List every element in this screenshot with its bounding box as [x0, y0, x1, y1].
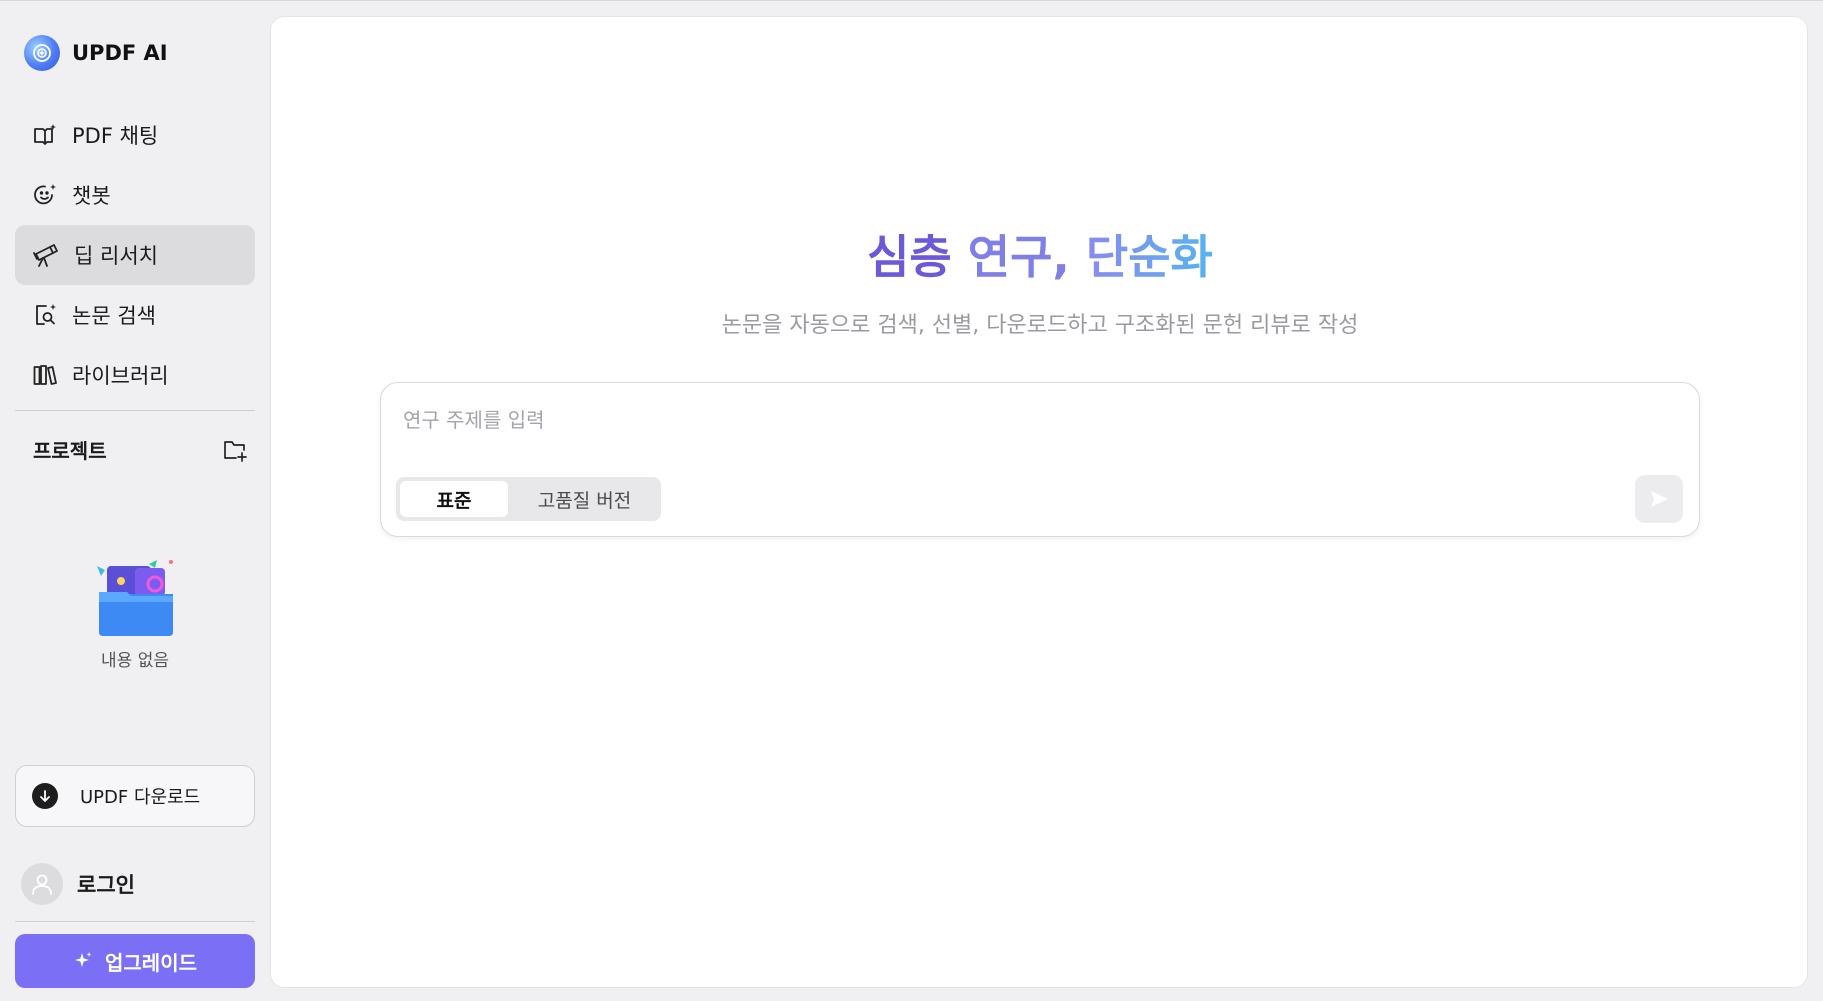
- sidebar-item-pdf-chat[interactable]: PDF 채팅: [15, 105, 255, 165]
- hero-title-part2: 연구,: [967, 230, 1086, 284]
- hero-subtitle: 논문을 자동으로 검색, 선별, 다운로드하고 구조화된 문헌 리뷰로 작성: [721, 313, 1359, 338]
- user-icon: [32, 874, 52, 895]
- research-topic-input[interactable]: [403, 403, 1673, 437]
- sidebar-item-label: 챗봇: [72, 184, 111, 208]
- projects-title: 프로젝트: [33, 439, 107, 463]
- sidebar-item-deep-research[interactable]: 딥 리서치: [15, 225, 255, 285]
- hero-title: 심층 연구, 단순화: [271, 221, 1809, 287]
- document-search-icon: [36, 304, 56, 325]
- smile-sparkle-icon: [34, 184, 56, 205]
- download-icon: [32, 783, 58, 809]
- upgrade-button[interactable]: 업그레이드: [15, 934, 255, 988]
- folder-plus-icon[interactable]: [222, 438, 248, 462]
- sidebar: UPDF AI PDF 채팅 챗봇 딥 리서치 논문 검색 라이브러리 프로젝트…: [0, 1, 270, 1001]
- sidebar-item-chatbot[interactable]: 챗봇: [15, 165, 255, 225]
- hero-title-part3: 단순화: [1085, 230, 1213, 284]
- sidebar-item-paper-search[interactable]: 논문 검색: [15, 285, 255, 345]
- book-sparkle-icon: [34, 124, 56, 145]
- login-button[interactable]: 로그인: [21, 863, 135, 905]
- empty-folder-illustration-icon: [97, 560, 173, 636]
- sidebar-divider-bottom: [15, 921, 255, 922]
- brand[interactable]: UPDF AI: [24, 35, 168, 71]
- empty-text: 내용 없음: [101, 651, 169, 671]
- sparkle-icon: [75, 952, 92, 967]
- sidebar-item-label: PDF 채팅: [72, 124, 159, 148]
- sidebar-item-library[interactable]: 라이브러리: [15, 345, 255, 405]
- updf-ai-logo-icon: [24, 35, 60, 71]
- sidebar-divider: [15, 410, 255, 411]
- login-label: 로그인: [77, 873, 135, 897]
- sidebar-item-label: 논문 검색: [72, 304, 156, 328]
- avatar: [21, 863, 63, 905]
- send-button[interactable]: [1635, 475, 1683, 523]
- telescope-icon: [33, 244, 58, 267]
- download-updf-button[interactable]: UPDF 다운로드: [15, 765, 255, 827]
- brand-name: UPDF AI: [72, 41, 168, 65]
- mode-standard-option[interactable]: 표준: [400, 481, 508, 517]
- send-icon: [1651, 491, 1668, 507]
- sidebar-item-label: 딥 리서치: [74, 244, 158, 268]
- upgrade-label: 업그레이드: [105, 950, 197, 975]
- app-window: UPDF AI PDF 채팅 챗봇 딥 리서치 논문 검색 라이브러리 프로젝트…: [0, 0, 1823, 1001]
- mode-toggle: 표준 고품질 버전: [396, 477, 661, 521]
- mode-high-quality-option[interactable]: 고품질 버전: [512, 481, 657, 517]
- main-panel: 심층 연구, 단순화 논문을 자동으로 검색, 선별, 다운로드하고 구조화된 …: [270, 16, 1808, 988]
- library-icon: [33, 365, 57, 385]
- sidebar-nav: PDF 채팅 챗봇 딥 리서치 논문 검색 라이브러리: [15, 105, 255, 405]
- sidebar-item-label: 라이브러리: [72, 364, 169, 388]
- download-label: UPDF 다운로드: [80, 787, 201, 808]
- hero-title-part1: 심층: [867, 230, 968, 284]
- projects-empty-state: 내용 없음: [15, 556, 255, 671]
- projects-header: 프로젝트: [33, 435, 248, 464]
- window-edge: [1809, 1, 1823, 1001]
- research-prompt-box: 표준 고품질 버전: [380, 382, 1700, 537]
